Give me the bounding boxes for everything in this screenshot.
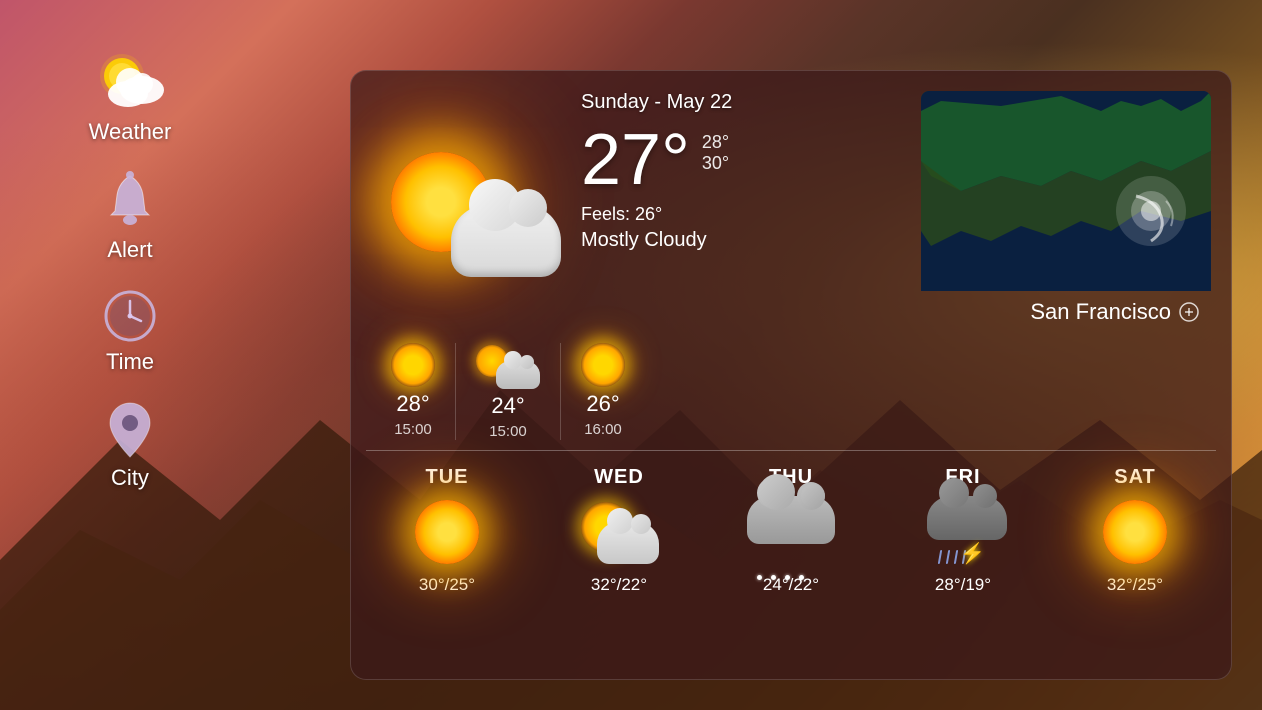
temperature-main: 27° 28° 30° xyxy=(581,124,911,196)
day-name-sat: SAT xyxy=(1114,466,1156,489)
weather-card: Sunday - May 22 27° 28° 30° Feels: 26° M… xyxy=(350,70,1232,680)
day-temps-wed: 32°/22° xyxy=(591,575,647,595)
day-temps-sat: 32°/25° xyxy=(1107,575,1163,595)
day-icon-sat xyxy=(1095,497,1175,567)
condition: Mostly Cloudy xyxy=(581,229,911,252)
location-pin-icon xyxy=(1179,302,1199,322)
satellite-image: San Francisco xyxy=(921,91,1211,333)
hourly-time-0: 15:00 xyxy=(394,421,432,438)
hourly-time-2: 16:00 xyxy=(584,421,622,438)
temp-current: 27° xyxy=(581,124,690,196)
sidebar-weather-label: Weather xyxy=(89,119,172,145)
current-info: Sunday - May 22 27° 28° 30° Feels: 26° M… xyxy=(581,91,911,333)
city-name: San Francisco xyxy=(921,291,1211,333)
hourly-temp-0: 28° xyxy=(396,391,429,417)
hourly-item-1: 24° 15:00 xyxy=(456,343,561,440)
sun-cloud-icon xyxy=(90,48,170,113)
sidebar-alert-label: Alert xyxy=(107,237,152,263)
sidebar-item-alert[interactable]: Alert xyxy=(85,163,175,271)
current-weather-icon xyxy=(371,91,571,333)
location-icon xyxy=(108,401,152,459)
card-top: Sunday - May 22 27° 28° 30° Feels: 26° M… xyxy=(351,71,1231,343)
day-name-wed: WED xyxy=(594,466,644,489)
day-item-fri: FRI ⚡ 28 xyxy=(877,466,1049,664)
day-icon-tue xyxy=(407,497,487,567)
hourly-temp-1: 24° xyxy=(491,393,524,419)
city-name-text: San Francisco xyxy=(1030,299,1171,325)
hourly-item-0: 28° 15:00 xyxy=(371,343,456,440)
day-temps-tue: 30°/25° xyxy=(419,575,475,595)
day-name-tue: TUE xyxy=(426,466,469,489)
day-icon-wed xyxy=(579,497,659,567)
day-item-thu: THU 24°/22° xyxy=(705,466,877,664)
bell-icon xyxy=(105,171,155,231)
day-item-tue: TUE 30°/25° xyxy=(361,466,533,664)
current-cloud-icon xyxy=(451,205,561,277)
hourly-time-1: 15:00 xyxy=(489,423,527,440)
hourly-temp-2: 26° xyxy=(586,391,619,417)
weekly-forecast: TUE 30°/25° WED 32°/22° THU xyxy=(351,451,1231,679)
hourly-cloud-icon-1 xyxy=(476,343,540,389)
temp-low: 30° xyxy=(702,153,729,174)
day-item-sat: SAT 32°/25° xyxy=(1049,466,1221,664)
hourly-sun-icon-0 xyxy=(391,343,435,387)
date-display: Sunday - May 22 xyxy=(581,91,911,114)
day-icon-thu xyxy=(751,497,831,567)
temp-range: 28° 30° xyxy=(702,124,729,174)
hourly-strip: 28° 15:00 24° 15:00 26° 16:00 xyxy=(351,343,1231,450)
sidebar-item-city[interactable]: City xyxy=(88,393,172,499)
left-sidebar: Weather Alert Time City xyxy=(0,0,260,710)
sidebar-time-label: Time xyxy=(106,349,154,375)
sidebar-item-time[interactable]: Time xyxy=(83,281,177,383)
satellite-map xyxy=(921,91,1211,291)
temp-high: 28° xyxy=(702,132,729,153)
day-icon-fri: ⚡ xyxy=(923,497,1003,567)
clock-icon xyxy=(103,289,157,343)
hourly-item-2: 26° 16:00 xyxy=(561,343,645,440)
sidebar-item-weather[interactable]: Weather xyxy=(69,40,192,153)
day-temps-fri: 28°/19° xyxy=(935,575,991,595)
sidebar-city-label: City xyxy=(111,465,149,491)
day-item-wed: WED 32°/22° xyxy=(533,466,705,664)
hourly-sun-icon-2 xyxy=(581,343,625,387)
feels-like: Feels: 26° xyxy=(581,204,911,225)
